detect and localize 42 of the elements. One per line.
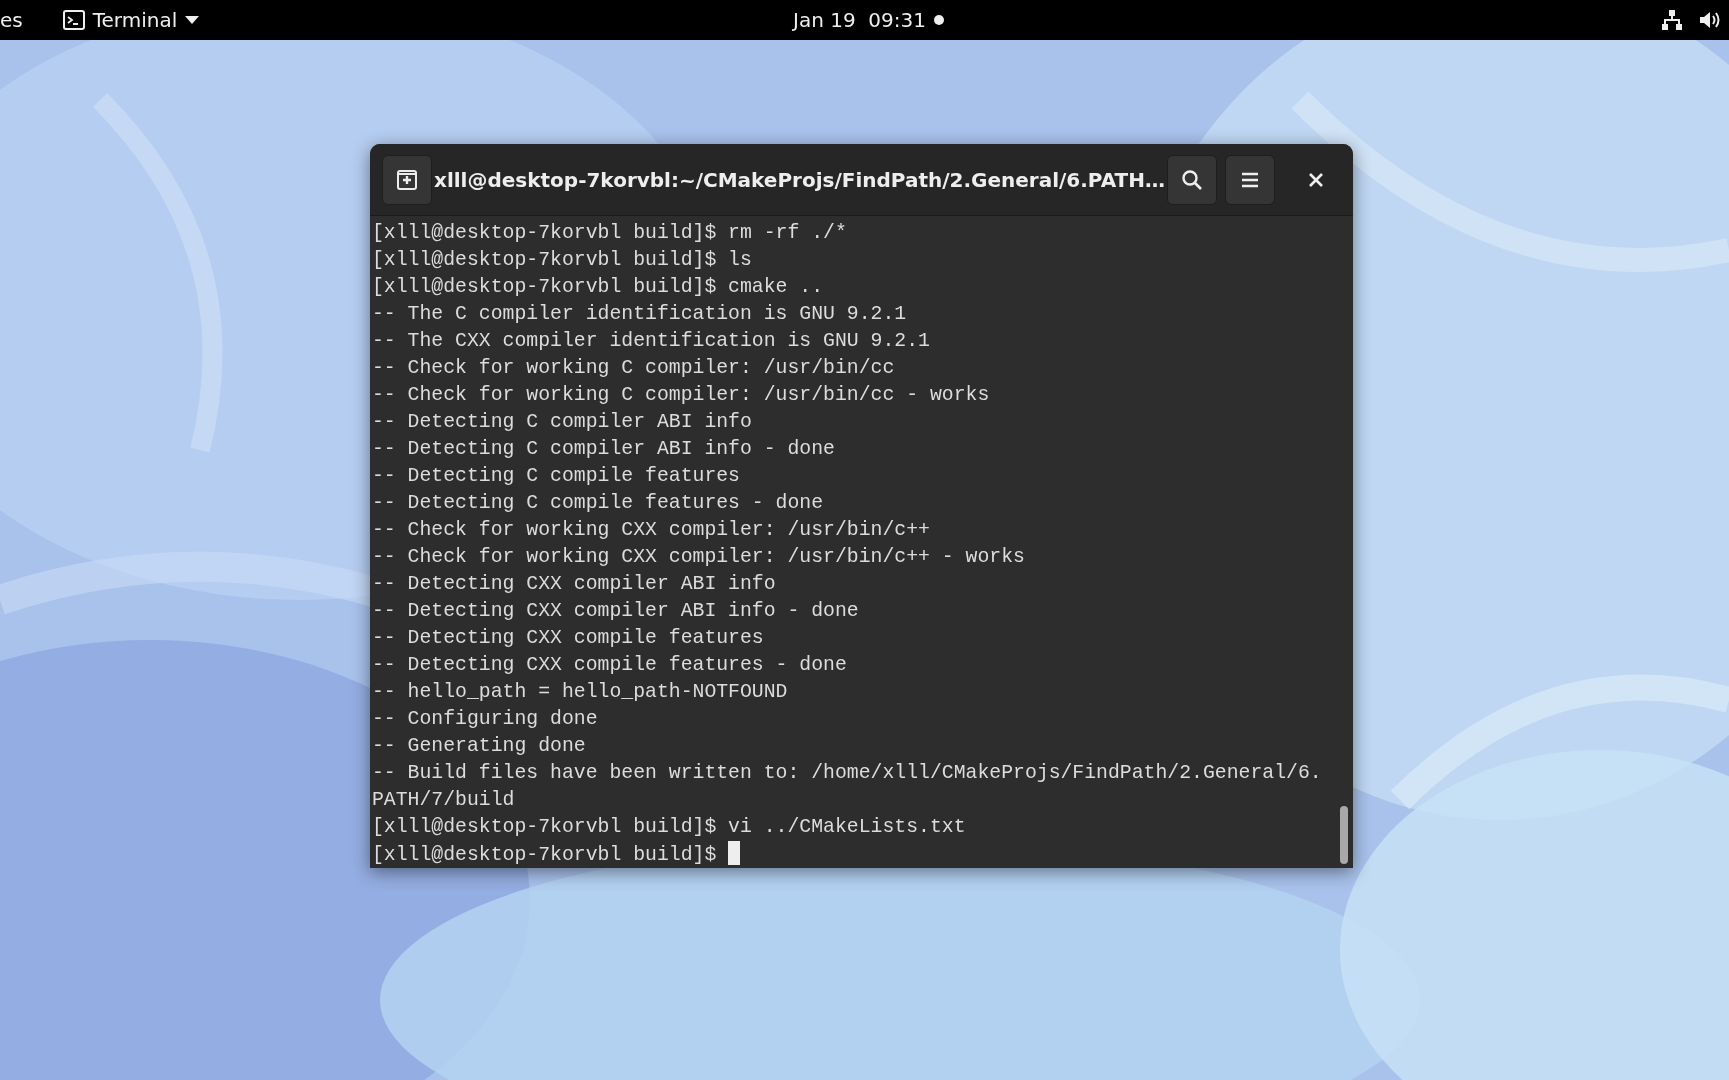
terminal-line: -- Detecting C compile features - done <box>372 492 824 514</box>
terminal-line: -- The CXX compiler identification is GNU 9.2.1 <box>372 330 930 352</box>
menu-button[interactable] <box>1225 154 1275 205</box>
terminal-line: -- Configuring done <box>372 708 598 730</box>
terminal-prompt: [xlll@desktop-7korvbl build]$ <box>372 844 717 866</box>
terminal-line: -- The C compiler identification is GNU 9.2.1 <box>372 303 907 325</box>
terminal-line: -- Check for working CXX compiler: /usr/bin/c++ <box>372 519 930 541</box>
caret-icon <box>185 16 200 24</box>
search-icon <box>1181 168 1203 191</box>
terminal-line: -- Build files have been written to: /home/xlll/CMakeProjs/FindPath/2.General/6. <box>372 762 1322 784</box>
terminal-line: [xlll@desktop-7korvbl build]$ ls <box>372 249 752 271</box>
terminal-line: [xlll@desktop-7korvbl build]$ rm -rf ./* <box>372 222 847 244</box>
terminal-line: -- Check for working C compiler: /usr/bin/cc - works <box>372 384 990 406</box>
terminal-icon <box>62 10 85 30</box>
terminal-line: -- Detecting C compile features <box>372 465 740 487</box>
terminal-line: -- Detecting C compiler ABI info - done <box>372 438 835 460</box>
terminal-line: -- Detecting CXX compiler ABI info - done <box>372 600 859 622</box>
text-cursor <box>728 841 741 865</box>
new-tab-icon <box>395 167 419 192</box>
app-menu[interactable]: Terminal <box>62 5 200 35</box>
terminal-line: [xlll@desktop-7korvbl build]$ vi ../CMakeLists.txt <box>372 816 966 838</box>
activities-button[interactable]: es <box>0 5 23 35</box>
terminal-line: -- Generating done <box>372 735 586 757</box>
terminal-line: PATH/7/build <box>372 789 515 811</box>
notification-dot <box>934 15 944 25</box>
terminal-line: [xlll@desktop-7korvbl build]$ cmake .. <box>372 276 824 298</box>
new-tab-button[interactable] <box>382 154 432 205</box>
search-button[interactable] <box>1167 154 1217 205</box>
scrollbar-thumb[interactable] <box>1340 806 1348 864</box>
terminal-line: -- hello_path = hello_path-NOTFOUND <box>372 681 788 703</box>
menu-icon <box>1241 171 1259 188</box>
terminal-line: -- Detecting CXX compiler ABI info <box>372 573 776 595</box>
close-icon <box>1309 172 1323 187</box>
window-title: xlll@desktop-7korvbl:~/CMakeProjs/FindPath/2.General/6.PATH… <box>434 166 1165 194</box>
terminal-line: -- Detecting CXX compile features <box>372 627 764 649</box>
terminal-line: -- Check for working C compiler: /usr/bin/cc <box>372 357 895 379</box>
terminal-line: -- Detecting CXX compile features - done <box>372 654 847 676</box>
volume-icon[interactable] <box>1699 9 1721 31</box>
terminal-line: -- Detecting C compiler ABI info <box>372 411 752 433</box>
clock[interactable]: Jan 19 09:31 <box>793 5 926 35</box>
network-icon[interactable] <box>1661 9 1683 31</box>
terminal-line: -- Check for working CXX compiler: /usr/bin/c++ - works <box>372 546 1025 568</box>
